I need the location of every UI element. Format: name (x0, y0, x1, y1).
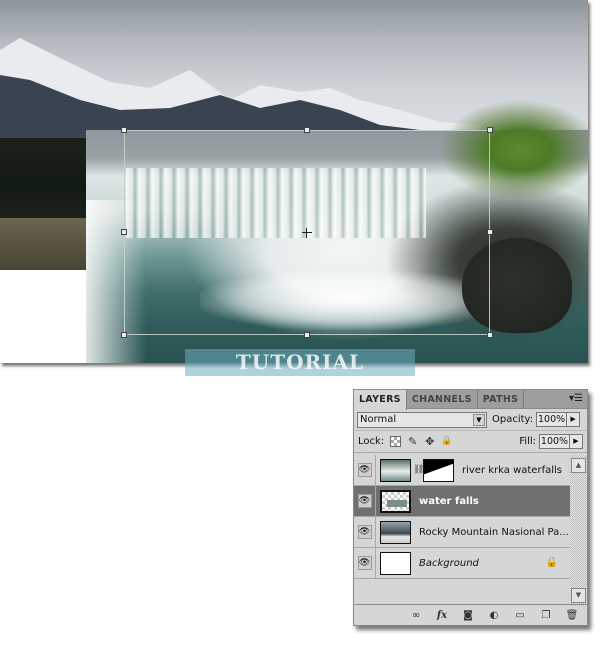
fx-icon[interactable]: fx (435, 610, 449, 621)
adjustment-layer-icon[interactable]: ◐ (487, 610, 501, 621)
layer-row-selected[interactable]: 👁 water falls (354, 485, 570, 517)
new-group-folder-icon[interactable]: ▭ (513, 610, 527, 621)
transform-handle-top-left[interactable] (121, 127, 127, 133)
panel-tabs: LAYERS CHANNELS PATHS ▾☰ (354, 390, 587, 410)
transform-handle-right[interactable] (487, 229, 493, 235)
opacity-input[interactable]: 100% (536, 412, 568, 427)
tab-layers[interactable]: LAYERS (354, 390, 407, 410)
mask-link-chain-icon[interactable]: ⛓ (413, 465, 424, 475)
visibility-eye-icon[interactable]: 👁 (357, 525, 372, 539)
layer-name[interactable]: Background (419, 558, 479, 569)
visibility-eye-icon[interactable]: 👁 (357, 494, 372, 508)
fill-label: Fill: (519, 436, 536, 447)
blend-mode-select[interactable]: Normal ▼ (357, 411, 487, 428)
layer-row[interactable]: 👁 ⛓ river krka waterfalls (354, 454, 570, 486)
transform-handle-left[interactable] (121, 229, 127, 235)
lock-all-icon[interactable]: 🔒 (441, 436, 452, 447)
transform-handle-top[interactable] (304, 127, 310, 133)
lock-transparent-pixels-icon[interactable] (390, 436, 402, 447)
lock-label: Lock: (358, 436, 385, 447)
visibility-eye-icon[interactable]: 👁 (357, 556, 372, 570)
opacity-label: Opacity: (492, 414, 534, 425)
fill-slider-arrow-icon[interactable]: ▶ (570, 434, 583, 449)
transform-handle-bottom-left[interactable] (121, 332, 127, 338)
visibility-eye-icon[interactable]: 👁 (357, 463, 372, 477)
document-canvas[interactable] (0, 0, 588, 363)
layer-thumbnail[interactable] (380, 520, 411, 544)
layer-thumbnail[interactable] (380, 458, 411, 482)
chevron-down-icon[interactable]: ▼ (473, 413, 485, 426)
layer-row[interactable]: 👁 Background 🔒 (354, 547, 570, 579)
layer-lock-icon: 🔒 (545, 557, 558, 568)
layer-row[interactable]: 👁 Rocky Mountain Nasional Pa... (354, 516, 570, 548)
layer-thumbnail[interactable] (380, 489, 411, 513)
transform-handle-bottom[interactable] (304, 332, 310, 338)
layer-name[interactable]: water falls (419, 496, 479, 507)
panel-menu-icon[interactable]: ▾☰ (569, 393, 583, 404)
add-mask-icon[interactable]: ◙ (461, 610, 475, 621)
new-layer-icon[interactable]: ❐ (539, 610, 553, 621)
watermark: TUTORIAL LOUNGE (185, 349, 415, 401)
delete-layer-trash-icon[interactable]: 🗑 (565, 610, 579, 621)
layers-panel-footer: ∞ fx ◙ ◐ ▭ ❐ 🗑 (354, 604, 587, 625)
link-layers-icon[interactable]: ∞ (409, 610, 423, 621)
transform-handle-top-right[interactable] (487, 127, 493, 133)
lock-fill-row: Lock: ✎ ✥ 🔒 Fill: 100% ▶ (354, 431, 587, 453)
tab-paths[interactable]: PATHS (478, 390, 525, 409)
transform-handle-bottom-right[interactable] (487, 332, 493, 338)
opacity-slider-arrow-icon[interactable]: ▶ (567, 412, 581, 427)
layers-scrollbar[interactable]: ▲ ▼ (570, 455, 587, 606)
layers-panel: LAYERS CHANNELS PATHS ▾☰ Normal ▼ Opacit… (353, 389, 588, 626)
lock-image-pixels-icon[interactable]: ✎ (407, 436, 418, 447)
scroll-down-icon[interactable]: ▼ (571, 588, 586, 603)
layer-mask-thumbnail[interactable] (423, 458, 454, 482)
lock-position-icon[interactable]: ✥ (424, 436, 435, 447)
layer-thumbnail[interactable] (380, 551, 411, 575)
fill-input[interactable]: 100% (539, 434, 570, 449)
layer-name[interactable]: Rocky Mountain Nasional Pa... (419, 527, 569, 538)
blend-opacity-row: Normal ▼ Opacity: 100% ▶ (354, 409, 587, 431)
tab-channels[interactable]: CHANNELS (407, 390, 478, 409)
layers-list: 👁 ⛓ river krka waterfalls 👁 water falls … (354, 454, 570, 606)
transform-center-point-icon[interactable] (302, 228, 312, 238)
blend-mode-value: Normal (360, 414, 397, 425)
layer-name[interactable]: river krka waterfalls (462, 465, 562, 476)
empty-canvas-area (0, 270, 86, 363)
scroll-up-icon[interactable]: ▲ (571, 458, 586, 473)
